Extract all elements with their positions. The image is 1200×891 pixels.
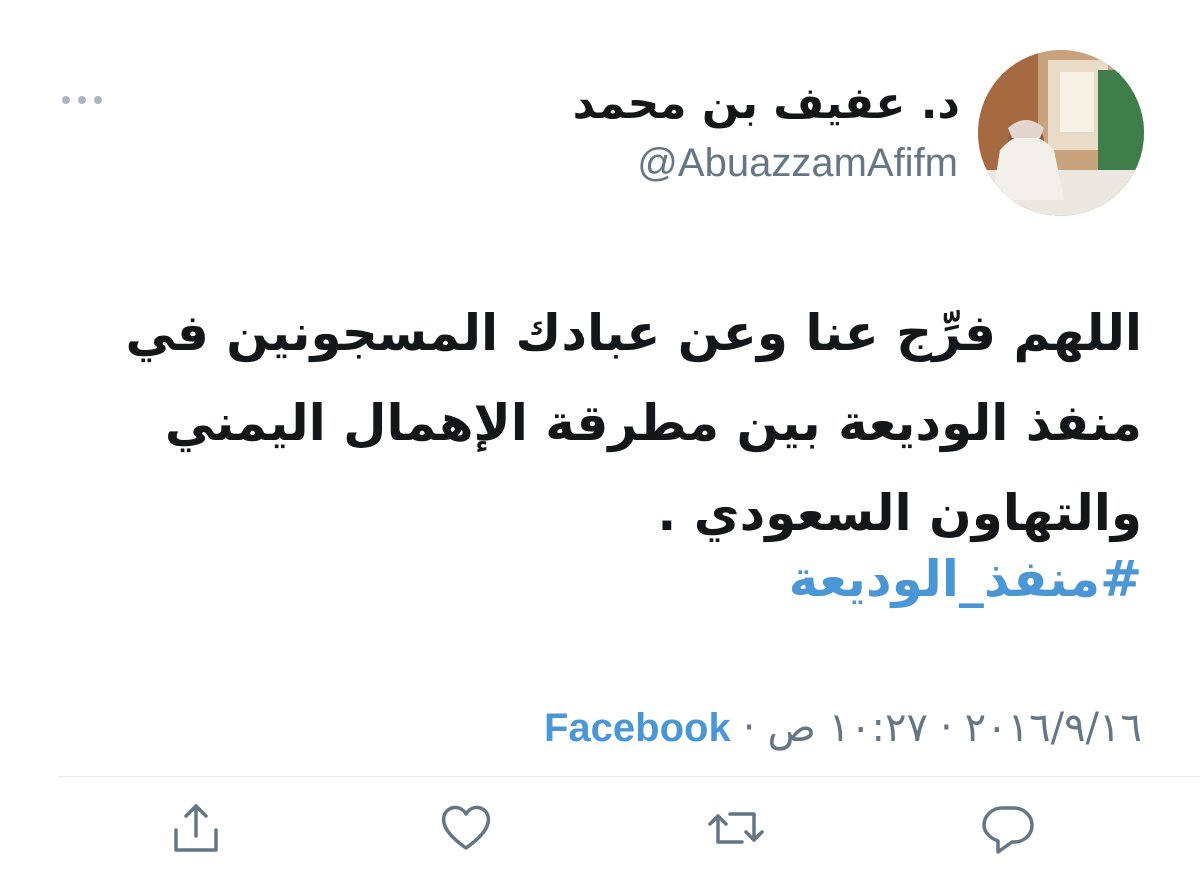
avatar-image — [978, 50, 1144, 216]
tweet-text: اللهم فرِّج عنا وعن عبادك المسجونين في م… — [58, 288, 1142, 558]
tweet-meta: ٢٠١٦/٩/١٦·١٠:٢٧ ص·Facebook — [544, 700, 1142, 756]
avatar[interactable] — [978, 50, 1144, 216]
tweet-text-line: منفذ الوديعة بين مطرقة الإهمال اليمني — [164, 394, 1142, 452]
heart-icon[interactable] — [436, 798, 496, 858]
user-handle[interactable]: @AbuazzamAfifm — [637, 138, 958, 188]
tweet-card: د. عفيف بن محمد @AbuazzamAfifm اللهم فرِ… — [0, 0, 1200, 891]
display-name[interactable]: د. عفيف بن محمد — [573, 74, 960, 134]
more-icon[interactable] — [58, 88, 106, 112]
meta-separator: · — [939, 705, 953, 751]
share-icon[interactable] — [166, 798, 226, 858]
tweet-date: ٢٠١٦/٩/١٦ — [964, 705, 1142, 751]
retweet-icon[interactable] — [706, 798, 766, 858]
tweet-text-line: اللهم فرِّج عنا وعن عبادك المسجونين في — [125, 304, 1142, 362]
reply-icon[interactable] — [978, 798, 1038, 858]
divider — [58, 776, 1200, 777]
tweet-time: ١٠:٢٧ ص — [767, 705, 928, 751]
source-link[interactable]: Facebook — [544, 706, 731, 750]
hashtag-link[interactable]: #منفذ_الوديعة — [789, 544, 1142, 614]
meta-separator: · — [742, 705, 756, 751]
